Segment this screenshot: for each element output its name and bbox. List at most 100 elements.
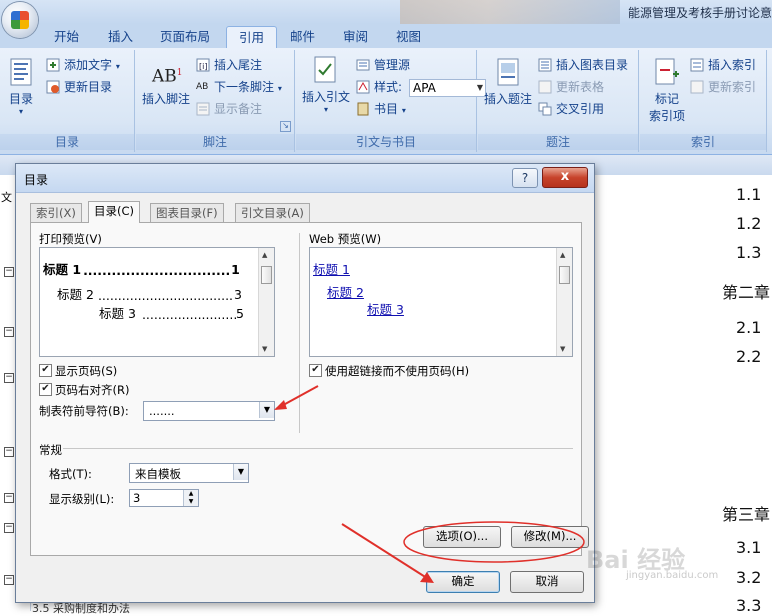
- print-preview-page-1: 1: [231, 262, 240, 277]
- print-preview-heading-2: 标题 2: [57, 287, 94, 302]
- ribbon-tab-bar: 开始 插入 页面布局 引用 邮件 审阅 视图: [0, 24, 772, 49]
- chevron-down-icon: ▾: [18, 107, 23, 116]
- tab-references[interactable]: 引用: [226, 26, 278, 49]
- insert-caption-button[interactable]: 插入题注: [482, 58, 534, 107]
- office-button[interactable]: [2, 2, 38, 38]
- tab-mailings[interactable]: 邮件: [278, 26, 327, 48]
- style-icon: [356, 80, 370, 94]
- tab-page-layout[interactable]: 页面布局: [148, 26, 222, 48]
- insert-table-of-figures-button[interactable]: 插入图表目录: [536, 56, 628, 74]
- show-notes-button[interactable]: 显示备注: [194, 100, 262, 118]
- tab-toc[interactable]: 目录(C): [88, 201, 141, 223]
- toc-icon: [7, 58, 35, 88]
- insert-endnote-button[interactable]: [i] 插入尾注: [194, 56, 262, 74]
- dialog-launcher-icon[interactable]: ↘: [280, 121, 291, 132]
- style-selector[interactable]: 样式: APA ▼: [354, 78, 486, 97]
- add-text-icon: [46, 58, 60, 72]
- format-dropdown[interactable]: 来自模板 ▼: [129, 463, 249, 483]
- insert-table-of-figures-label: 插入图表目录: [556, 58, 629, 72]
- scroll-up-icon[interactable]: ▲: [262, 251, 267, 259]
- tab-table-of-figures[interactable]: 图表目录(F): [150, 203, 224, 222]
- group-label: 索引: [640, 134, 766, 150]
- scroll-up-icon[interactable]: ▲: [560, 251, 565, 259]
- group-citations: 插入引文 ▾ 管理源 样式: APA ▼ 书目 ▾ 引文与书目: [296, 50, 486, 152]
- mark-entry-button[interactable]: 标记 索引项: [644, 58, 690, 124]
- cancel-button[interactable]: 取消: [510, 571, 584, 593]
- use-hyperlinks-checkbox[interactable]: ✔: [309, 364, 322, 377]
- scroll-down-icon[interactable]: ▼: [262, 345, 267, 353]
- use-hyperlinks-label: 使用超链接而不使用页码(H): [325, 364, 470, 378]
- show-page-numbers-checkbox[interactable]: ✔: [39, 364, 52, 377]
- collapse-icon[interactable]: −: [4, 493, 14, 503]
- collapse-icon[interactable]: −: [4, 327, 14, 337]
- tab-leader-dropdown[interactable]: ....... ▼: [143, 401, 275, 421]
- mark-entry-label-1: 标记: [654, 92, 679, 106]
- update-table-icon: [538, 80, 552, 94]
- web-preview-link-2[interactable]: 标题 2: [327, 282, 364, 301]
- chevron-down-icon[interactable]: ▼: [233, 464, 248, 480]
- collapse-icon[interactable]: −: [4, 447, 14, 457]
- scroll-thumb[interactable]: [559, 266, 570, 284]
- web-preview-link-3[interactable]: 标题 3: [367, 299, 404, 318]
- levels-label: 显示级别(L):: [49, 492, 115, 506]
- tab-home[interactable]: 开始: [42, 26, 91, 48]
- insert-index-button[interactable]: 插入索引: [688, 56, 756, 74]
- ribbon: 目录 ▾ 添加文字 ▾ 更新目录 目录 AB1 插入脚注 [i] 插入尾注 AB…: [0, 48, 772, 155]
- close-button[interactable]: x: [542, 167, 588, 188]
- modify-button[interactable]: 修改(M)...: [511, 526, 589, 548]
- print-preview-page-2: 3: [233, 287, 242, 302]
- options-button[interactable]: 选项(O)...: [423, 526, 501, 548]
- levels-spinner[interactable]: 3 ▲ ▼: [129, 489, 199, 507]
- heading-line: 1.2: [736, 214, 762, 233]
- bibliography-button[interactable]: 书目 ▾: [354, 100, 406, 118]
- scroll-thumb[interactable]: [261, 266, 272, 284]
- manage-sources-button[interactable]: 管理源: [354, 56, 410, 74]
- print-preview-scrollbar[interactable]: ▲ ▼: [258, 248, 274, 356]
- cross-reference-button[interactable]: 交叉引用: [536, 100, 604, 118]
- style-value: APA: [413, 81, 436, 95]
- chevron-down-icon[interactable]: ▼: [259, 402, 274, 418]
- toc-button[interactable]: 目录 ▾: [4, 58, 38, 116]
- collapse-icon[interactable]: −: [4, 523, 14, 533]
- tab-table-of-authorities[interactable]: 引文目录(A): [235, 203, 310, 222]
- update-index-icon: [690, 80, 704, 94]
- insert-citation-button[interactable]: 插入引文 ▾: [298, 56, 354, 114]
- right-align-checkbox[interactable]: ✔: [39, 383, 52, 396]
- divider: [63, 448, 573, 449]
- update-index-button[interactable]: 更新索引: [688, 78, 756, 96]
- help-button[interactable]: ?: [512, 168, 538, 188]
- right-align-label: 页码右对齐(R): [55, 383, 130, 397]
- tab-insert[interactable]: 插入: [96, 26, 145, 48]
- tab-review[interactable]: 审阅: [331, 26, 380, 48]
- toc-dialog: 目录 ? x 索引(X) 目录(C) 图表目录(F) 引文目录(A) 打印预览(…: [15, 163, 595, 603]
- dialog-title-bar[interactable]: 目录 ? x: [16, 164, 594, 193]
- spinner-arrows-icon[interactable]: ▲ ▼: [183, 490, 198, 506]
- tab-leader-value: .......: [149, 404, 175, 418]
- navigation-pane-label: 文: [1, 191, 12, 204]
- update-toc-button[interactable]: 更新目录: [44, 78, 112, 96]
- ok-button[interactable]: 确定: [426, 571, 500, 593]
- add-text-button[interactable]: 添加文字 ▾: [44, 56, 120, 74]
- chevron-down-icon: ▾: [115, 62, 120, 71]
- collapse-icon[interactable]: −: [4, 575, 14, 585]
- print-preview-line-3: 标题 3....................................…: [99, 303, 253, 322]
- collapse-icon[interactable]: −: [4, 373, 14, 383]
- tab-index[interactable]: 索引(X): [30, 203, 82, 222]
- update-index-label: 更新索引: [708, 80, 757, 94]
- collapse-icon[interactable]: −: [4, 267, 14, 277]
- group-label: 引文与书目: [296, 134, 476, 150]
- scroll-down-icon[interactable]: ▼: [560, 345, 565, 353]
- web-preview-scrollbar[interactable]: ▲ ▼: [556, 248, 572, 356]
- next-footnote-button[interactable]: AB 下一条脚注 ▾: [194, 78, 282, 96]
- web-preview-link-1[interactable]: 标题 1: [313, 259, 350, 278]
- tab-view[interactable]: 视图: [384, 26, 433, 48]
- group-label: 目录: [0, 134, 134, 150]
- print-preview-heading-3: 标题 3: [99, 306, 136, 321]
- print-preview-line-1: 标题 1....................................…: [43, 259, 253, 278]
- format-label: 格式(T):: [49, 467, 92, 481]
- insert-footnote-button[interactable]: AB1 插入脚注: [140, 58, 192, 107]
- levels-value: 3: [133, 491, 141, 505]
- update-table-button[interactable]: 更新表格: [536, 78, 604, 96]
- manage-sources-label: 管理源: [374, 58, 411, 72]
- style-dropdown[interactable]: APA ▼: [409, 79, 486, 97]
